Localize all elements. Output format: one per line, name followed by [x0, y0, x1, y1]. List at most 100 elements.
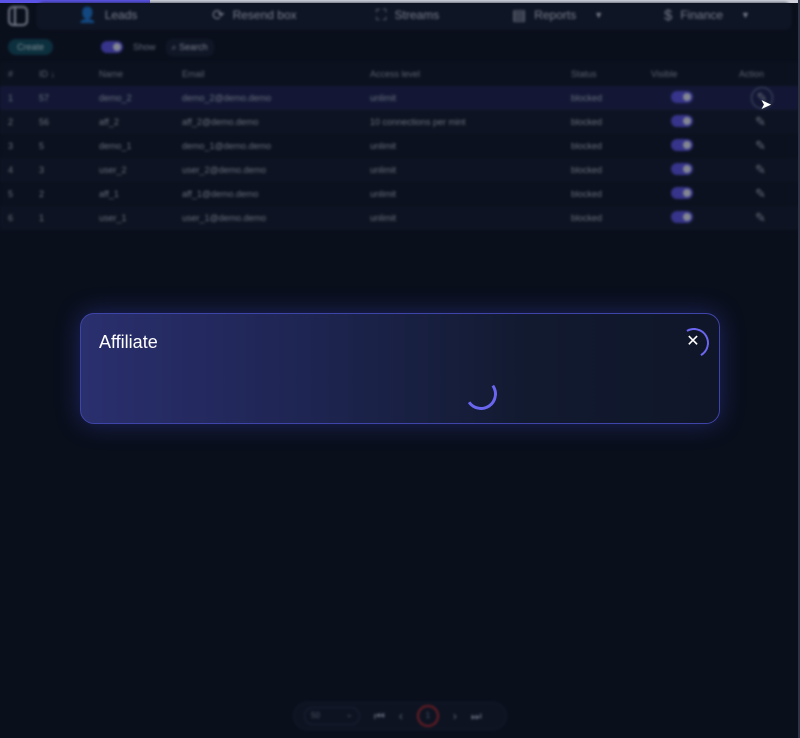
column-header: Visible: [643, 62, 731, 86]
table-row[interactable]: 1 57 demo_2 demo_2@demo.demo unlimit blo…: [0, 86, 800, 110]
row-id: 5: [31, 134, 91, 158]
refresh-icon: ⟳: [212, 7, 225, 24]
row-number: 2: [0, 110, 31, 134]
toolbar: Create Show ⌕ Search: [8, 38, 214, 56]
row-status: blocked: [563, 134, 643, 158]
nav-item-streams[interactable]: ⛶ Streams: [376, 0, 439, 30]
affiliates-table: # ID ↓ Name Email Access level Status Vi…: [0, 62, 800, 230]
page-size-select[interactable]: 50: [304, 706, 360, 725]
expand-icon: ⛶: [376, 6, 387, 24]
row-number: 3: [0, 134, 31, 158]
pencil-icon[interactable]: ✎: [755, 186, 766, 201]
row-id: 1: [31, 206, 91, 230]
row-access-level: unlimit: [362, 134, 563, 158]
row-name: demo_1: [91, 134, 174, 158]
table-row[interactable]: 3 5 demo_1 demo_1@demo.demo unlimit bloc…: [0, 134, 800, 158]
pencil-icon[interactable]: ✎: [755, 210, 766, 225]
nav-item-label: Resend box: [232, 8, 297, 22]
show-label: Show: [133, 42, 156, 52]
row-email: aff_1@demo.demo: [174, 182, 362, 206]
nav-item-label: Streams: [394, 8, 440, 22]
visible-toggle[interactable]: [671, 211, 693, 223]
chevron-down-icon: ▼: [594, 10, 604, 20]
column-header: Name: [91, 62, 174, 86]
row-status: blocked: [563, 158, 643, 182]
row-number: 4: [0, 158, 31, 182]
row-number: 6: [0, 206, 31, 230]
row-name: user_1: [91, 206, 174, 230]
chevron-down-icon: ▼: [741, 10, 750, 20]
table-row[interactable]: 4 3 user_2 user_2@demo.demo unlimit bloc…: [0, 158, 800, 182]
visible-toggle[interactable]: [671, 163, 693, 175]
first-page-icon[interactable]: ⏮: [374, 709, 385, 724]
nav-item-finance[interactable]: $ Finance ▼: [664, 0, 750, 30]
visible-toggle[interactable]: [671, 115, 693, 127]
nav-item-leads[interactable]: 👤 Leads: [78, 0, 137, 30]
row-status: blocked: [563, 206, 643, 230]
sidebar-toggle-icon[interactable]: [8, 6, 28, 26]
table-header-row: # ID ↓ Name Email Access level Status Vi…: [0, 62, 800, 86]
row-name: aff_2: [91, 110, 174, 134]
search-button[interactable]: ⌕ Search: [165, 38, 214, 56]
row-access-level: unlimit: [362, 182, 563, 206]
row-email: aff_2@demo.demo: [174, 110, 362, 134]
prev-page-icon[interactable]: ‹: [399, 709, 403, 723]
row-name: demo_2: [91, 86, 174, 110]
column-header: Action: [731, 62, 800, 86]
row-status: blocked: [563, 86, 643, 110]
column-header: Email: [174, 62, 362, 86]
column-header-label: ID: [39, 69, 48, 79]
table-row[interactable]: 5 2 aff_1 aff_1@demo.demo unlimit blocke…: [0, 182, 800, 206]
modal-title: Affiliate: [99, 332, 158, 352]
table-row[interactable]: 2 56 aff_2 aff_2@demo.demo 10 connection…: [0, 110, 800, 134]
visible-toggle[interactable]: [671, 139, 693, 151]
nav-item-reports[interactable]: ▤ Reports ▼: [512, 0, 603, 30]
visible-toggle[interactable]: [671, 91, 693, 103]
row-name: aff_1: [91, 182, 174, 206]
pencil-icon[interactable]: ✎: [755, 162, 766, 177]
close-icon[interactable]: ✕: [679, 328, 707, 356]
mouse-cursor-icon: ➤: [760, 96, 772, 112]
sort-down-icon: ↓: [50, 69, 56, 79]
row-status: blocked: [563, 182, 643, 206]
row-access-level: unlimit: [362, 206, 563, 230]
pencil-icon[interactable]: ✎: [755, 114, 766, 129]
pagination: 50 ⏮ ‹ 1 › ⏭: [293, 702, 507, 730]
nav-item-resend-box[interactable]: ⟳ Resend box: [212, 0, 297, 30]
row-access-level: unlimit: [362, 86, 563, 110]
row-email: user_1@demo.demo: [174, 206, 362, 230]
row-status: blocked: [563, 110, 643, 134]
nav-item-label: Reports: [534, 8, 577, 22]
row-id: 57: [31, 86, 91, 110]
search-icon: ⌕: [171, 41, 177, 52]
show-toggle[interactable]: [101, 41, 124, 53]
create-button[interactable]: Create: [8, 39, 54, 55]
row-id: 2: [31, 182, 91, 206]
nav-item-label: Finance: [680, 8, 724, 22]
nav-item-label: Leads: [104, 8, 138, 22]
row-id: 3: [31, 158, 91, 182]
row-email: demo_2@demo.demo: [174, 86, 362, 110]
row-name: user_2: [91, 158, 174, 182]
user-check-icon: 👤: [78, 7, 97, 24]
current-page-button[interactable]: 1: [416, 705, 439, 727]
row-number: 5: [0, 182, 31, 206]
pencil-icon[interactable]: ✎: [755, 138, 766, 153]
column-header: #: [0, 62, 31, 86]
row-email: user_2@demo.demo: [174, 158, 362, 182]
visible-toggle[interactable]: [671, 187, 693, 199]
loading-spinner-icon: [462, 375, 500, 413]
affiliate-modal: Affiliate ✕: [80, 313, 720, 424]
row-number: 1: [0, 86, 31, 110]
row-email: demo_1@demo.demo: [174, 134, 362, 158]
row-access-level: unlimit: [362, 158, 563, 182]
last-page-icon[interactable]: ⏭: [471, 709, 482, 724]
row-access-level: 10 connections per mint: [362, 110, 563, 134]
search-label: Search: [179, 41, 208, 52]
column-header: Status: [563, 62, 643, 86]
column-header-id[interactable]: ID ↓: [31, 62, 91, 86]
table-row[interactable]: 6 1 user_1 user_1@demo.demo unlimit bloc…: [0, 206, 800, 230]
next-page-icon[interactable]: ›: [453, 709, 457, 723]
row-id: 56: [31, 110, 91, 134]
dollar-icon: $: [664, 6, 673, 24]
